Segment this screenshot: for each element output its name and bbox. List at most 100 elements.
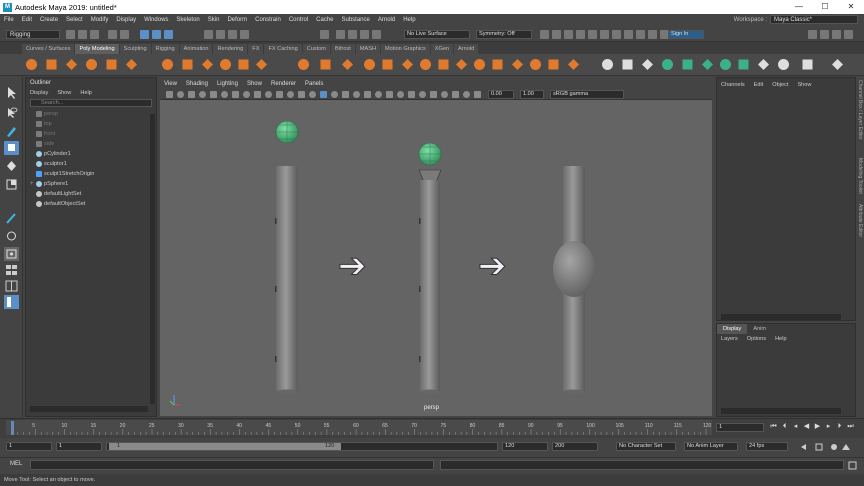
- color-space-dropdown[interactable]: sRGB gamma: [550, 90, 624, 99]
- sphere-controller-1[interactable]: [275, 120, 299, 144]
- menu-cache[interactable]: Cache: [312, 17, 337, 23]
- safe-title-icon[interactable]: [298, 91, 305, 98]
- snap-surface-icon[interactable]: [240, 30, 249, 39]
- go-to-start-icon[interactable]: ⏮: [770, 422, 777, 431]
- exposure-icon[interactable]: [463, 91, 470, 98]
- gamma-icon[interactable]: [474, 91, 481, 98]
- new-scene-icon[interactable]: [66, 30, 75, 39]
- menu-select[interactable]: Select: [62, 17, 87, 23]
- redo-icon[interactable]: [120, 30, 129, 39]
- menu-control[interactable]: Control: [285, 17, 312, 23]
- viewport-persp[interactable]: ➔ ➔ persp: [160, 100, 712, 416]
- safe-action-icon[interactable]: [287, 91, 294, 98]
- play-forward-icon[interactable]: ▶: [814, 422, 821, 431]
- layer-menu-options[interactable]: Options: [747, 336, 766, 342]
- separate-icon[interactable]: [318, 57, 333, 72]
- minimize-button[interactable]: —: [786, 0, 812, 14]
- quad-draw-icon[interactable]: [600, 57, 615, 72]
- viewport-menu-view[interactable]: View: [164, 81, 177, 87]
- combine-icon[interactable]: [296, 57, 311, 72]
- outliner-hscrollbar[interactable]: [30, 406, 148, 412]
- range-slider-handle[interactable]: [109, 443, 341, 450]
- xray-joints-icon[interactable]: [441, 91, 448, 98]
- shelf-tab-animation[interactable]: Animation: [179, 44, 213, 54]
- outliner-item[interactable]: side: [26, 139, 156, 149]
- cylinder-stretch[interactable]: [418, 169, 442, 395]
- hypershade-editor-icon[interactable]: [588, 30, 597, 39]
- menu-deform[interactable]: Deform: [223, 17, 251, 23]
- outliner-item[interactable]: pCylinder1: [26, 149, 156, 159]
- show-modeling-toolkit-icon[interactable]: [844, 30, 853, 39]
- rotate-tool-icon[interactable]: [4, 159, 19, 173]
- menu-set-dropdown[interactable]: Rigging: [6, 30, 60, 39]
- step-forward-icon[interactable]: ⏵: [836, 422, 843, 431]
- menu-arnold[interactable]: Arnold: [374, 17, 399, 23]
- xray-icon[interactable]: [430, 91, 437, 98]
- toggle-channel-box-icon[interactable]: [648, 30, 657, 39]
- channel-menu-object[interactable]: Object: [772, 82, 788, 88]
- prev-key-icon[interactable]: ◂: [792, 422, 799, 431]
- poly-cone-icon[interactable]: [84, 57, 99, 72]
- symmetry-dropdown[interactable]: Symmetry: Off: [476, 30, 532, 39]
- outliner-item[interactable]: top: [26, 119, 156, 129]
- outliner-item[interactable]: + pSphere1: [26, 179, 156, 189]
- play-back-icon[interactable]: ◀: [803, 422, 810, 431]
- sphere-controller-2[interactable]: [418, 142, 442, 166]
- menu-display[interactable]: Display: [112, 17, 140, 23]
- menu-constrain[interactable]: Constrain: [251, 17, 285, 23]
- go-to-end-icon[interactable]: ⏭: [847, 422, 854, 431]
- menu-file[interactable]: File: [0, 17, 18, 23]
- playback-start-field[interactable]: 1: [56, 442, 102, 451]
- scene-end-field[interactable]: 200: [552, 442, 598, 451]
- grease-pencil-icon[interactable]: [221, 91, 228, 98]
- mirror-icon[interactable]: [380, 57, 395, 72]
- channel-menu-edit[interactable]: Edit: [754, 82, 764, 88]
- menu-skin[interactable]: Skin: [204, 17, 224, 23]
- poly-sphere-icon[interactable]: [24, 57, 39, 72]
- shelf-tab-bifrost[interactable]: Bifrost: [330, 44, 355, 54]
- character-set-dropdown[interactable]: No Character Set: [616, 442, 676, 451]
- outliner-item[interactable]: defaultObjectSet: [26, 199, 156, 209]
- poly-disc-icon[interactable]: [160, 57, 175, 72]
- render-icon[interactable]: [336, 30, 345, 39]
- shelf-tab-motion-graphics[interactable]: Motion Graphics: [381, 44, 430, 54]
- shelf-tab-custom[interactable]: Custom: [302, 44, 330, 54]
- layer-scrollbar[interactable]: [721, 408, 841, 414]
- prefs-icon[interactable]: [831, 444, 837, 450]
- open-scene-icon[interactable]: [78, 30, 87, 39]
- menu-create[interactable]: Create: [36, 17, 62, 23]
- layer-tab-anim[interactable]: Anim: [747, 324, 772, 334]
- layer-tab-display[interactable]: Display: [717, 324, 748, 334]
- boolean-icon[interactable]: [362, 57, 377, 72]
- poly-prism-icon[interactable]: [218, 57, 233, 72]
- channel-box-scrollbar[interactable]: [721, 314, 841, 320]
- viewport-menu-renderer[interactable]: Renderer: [271, 81, 296, 87]
- shelf-tab-xgen[interactable]: XGen: [430, 44, 454, 54]
- timeline-bar[interactable]: 5 10 15 20 25 30 35 40 45 50 55 60 65 70 75 80 85 90 95 100…: [6, 420, 712, 435]
- viewport-menu-panels[interactable]: Panels: [305, 81, 323, 87]
- poly-plane-icon[interactable]: [124, 57, 139, 72]
- poly-svg-icon[interactable]: [254, 57, 269, 72]
- script-editor-icon[interactable]: [848, 461, 858, 470]
- xray-component-icon[interactable]: [452, 91, 459, 98]
- snap-curve-icon[interactable]: [216, 30, 225, 39]
- side-tab-channel-box-layer-editor[interactable]: Channel Box / Layer Editor: [857, 80, 863, 140]
- bevel-icon[interactable]: [436, 57, 451, 72]
- outliner-menu-help[interactable]: Help: [80, 90, 92, 96]
- motion-blur-icon[interactable]: [386, 91, 393, 98]
- undo-icon[interactable]: [108, 30, 117, 39]
- isolate-select-icon[interactable]: [419, 91, 426, 98]
- side-tab-modeling-toolkit[interactable]: Modeling Toolkit: [857, 158, 863, 194]
- playblast-icon[interactable]: [612, 30, 621, 39]
- layer-menu-help[interactable]: Help: [775, 336, 787, 342]
- multi-cut-icon[interactable]: [510, 57, 525, 72]
- image-plane-icon[interactable]: [199, 91, 206, 98]
- append-polygon-icon[interactable]: [490, 57, 505, 72]
- auto-key-icon[interactable]: [815, 443, 823, 451]
- bridge-icon[interactable]: [418, 57, 433, 72]
- cut-uv-icon[interactable]: [800, 57, 815, 72]
- snap-point-icon[interactable]: [228, 30, 237, 39]
- menu-windows[interactable]: Windows: [140, 17, 172, 23]
- poly-soccer-ball-icon[interactable]: [200, 57, 215, 72]
- outliner-item[interactable]: front: [26, 129, 156, 139]
